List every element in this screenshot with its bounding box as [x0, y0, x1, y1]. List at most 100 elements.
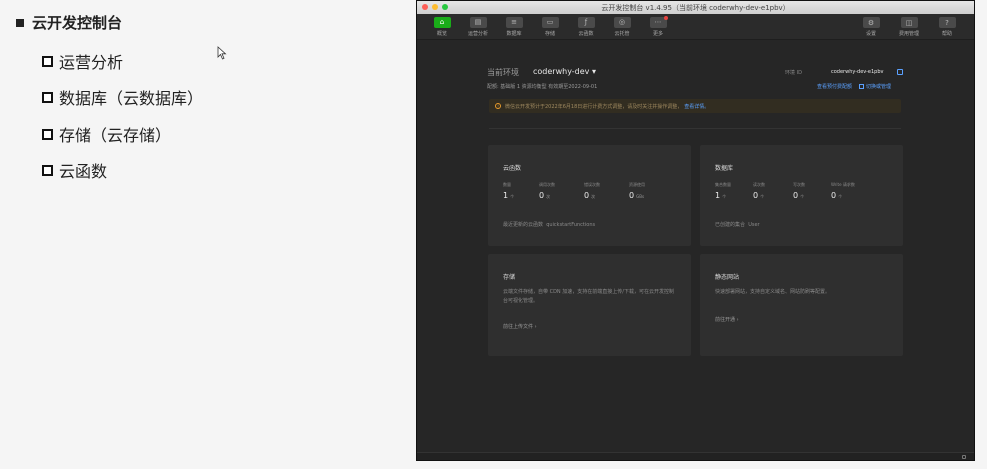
metric-value: 0 — [753, 191, 759, 200]
enable-website-link[interactable]: 前往开通 › — [715, 316, 739, 323]
help-icon: ? — [938, 17, 956, 28]
metric: 调用次数 0次 — [539, 182, 584, 206]
metric-label: 调用次数 — [539, 182, 555, 187]
tab-overview[interactable]: ⌂ 概览 — [427, 16, 457, 37]
environment-name: coderwhy-dev — [533, 67, 590, 76]
metric-label: 数量 — [503, 182, 511, 187]
storage-card[interactable]: 存储 云端文件存储，自带 CDN 加速，支持在前端直接上传/下载，可在云开发控制… — [488, 254, 691, 356]
tab-label: 运营分析 — [467, 30, 488, 37]
gear-icon: ⚙ — [862, 17, 880, 28]
title-bar[interactable]: 云开发控制台 v1.4.95（当前环境 coderwhy-dev-e1pbv） — [417, 1, 974, 14]
billing-button[interactable]: ◫ 费用管理 — [894, 17, 924, 37]
settings-button[interactable]: ⚙ 设置 — [856, 17, 886, 37]
storage-icon: ▭ — [541, 16, 559, 28]
checkbox-bullet-icon — [42, 164, 53, 176]
help-button[interactable]: ? 帮助 — [932, 17, 962, 37]
metric-unit: 个 — [800, 194, 805, 199]
bullet-square-icon — [16, 18, 24, 27]
database-card[interactable]: 数据库 集合数量 1个 读次数 0个 写次数 0个 Write 请求数 0 个 … — [700, 145, 903, 246]
database-icon: ≡ — [505, 16, 523, 28]
card-footer: 最近更新的云函数 quickstartFunctions — [503, 221, 595, 228]
metric: 读次数 0个 — [753, 182, 793, 206]
checkbox-bullet-icon — [42, 128, 53, 140]
tab-label: 云托管 — [614, 30, 630, 37]
billing-icon: ◫ — [900, 17, 918, 28]
plan-info: 配额: 基础版 1 资源均衡型 有效期至2022-09-01 — [487, 84, 598, 90]
tab-label: 概览 — [436, 30, 447, 37]
tab-functions[interactable]: ƒ 云函数 — [571, 16, 601, 37]
slide-item-label: 运营分析 — [59, 53, 124, 72]
tab-analytics[interactable]: ▤ 运营分析 — [463, 16, 493, 37]
metric-value: 0 — [584, 191, 590, 200]
upload-files-link[interactable]: 前往上传文件 › — [503, 323, 537, 330]
metric-label: 资源使用 — [629, 182, 645, 187]
slide-panel: 云开发控制台 运营分析 数据库（云数据库） 存储（云存储） 云函数 — [0, 0, 416, 469]
overview-content: 当前环境 coderwhy-dev ▾ 环境 ID coderwhy-dev-e… — [417, 41, 974, 460]
divider — [489, 128, 901, 129]
mouse-cursor-icon — [217, 46, 227, 60]
metric: 数量 1个 — [503, 182, 539, 206]
switch-manage-link[interactable]: 切换或管理 — [859, 83, 891, 90]
tab-label: 费用管理 — [898, 31, 919, 37]
metric-unit: 个 — [722, 194, 727, 199]
minimize-window-button[interactable] — [432, 4, 438, 10]
database-metrics: 集合数量 1个 读次数 0个 写次数 0个 Write 请求数 0个 — [715, 182, 881, 206]
notice-text: 微信云开发预计于2022年6月18日进行计费方式调整，请及时关注并操作调整， — [505, 103, 683, 110]
metric-value: 0 — [793, 191, 799, 200]
tab-label: 云函数 — [578, 30, 594, 37]
metric-label: 写次数 — [793, 182, 805, 187]
plan-row: 配额: 基础版 1 资源均衡型 有效期至2022-09-01 查看预付费配额 切… — [487, 83, 903, 92]
slide-item-label: 数据库（云数据库） — [59, 89, 204, 108]
metric: Write 请求数 0个 — [831, 182, 881, 206]
card-description: 快速部署网站，支持自定义域名、网站防刷等配置。 — [715, 289, 831, 295]
environment-selector[interactable]: coderwhy-dev ▾ — [533, 67, 596, 76]
metric-unit: 次 — [546, 194, 551, 199]
tab-database[interactable]: ≡ 数据库 — [499, 16, 529, 37]
function-icon: ƒ — [577, 16, 595, 28]
home-icon: ⌂ — [433, 16, 451, 28]
metric-unit: 次 — [591, 194, 596, 199]
slide-title-text: 云开发控制台 — [32, 14, 123, 32]
switch-icon — [859, 84, 864, 89]
metric-unit: 个 — [838, 194, 843, 199]
footer-value[interactable]: quickstartFunctions — [546, 222, 595, 228]
maximize-window-button[interactable] — [442, 4, 448, 10]
tab-hosting[interactable]: ◎ 云托管 — [607, 16, 637, 37]
notice-details-link[interactable]: 查看详情。 — [684, 103, 709, 110]
metric: 资源使用 0 GBs — [629, 182, 674, 206]
slide-item: 云函数 — [42, 158, 107, 182]
metric-label: Write 请求数 — [831, 182, 855, 187]
footer-label: 已创建的集合 — [715, 222, 746, 228]
chart-icon: ▤ — [469, 16, 487, 28]
metric: 集合数量 1个 — [715, 182, 753, 206]
view-quota-link[interactable]: 查看预付费配额 — [817, 83, 852, 90]
tab-label: 帮助 — [941, 31, 952, 37]
notification-badge — [664, 15, 668, 20]
checkbox-bullet-icon — [42, 55, 53, 67]
metric: 写次数 0个 — [793, 182, 831, 206]
warning-icon: ! — [495, 103, 501, 109]
billing-notice: ! 微信云开发预计于2022年6月18日进行计费方式调整，请及时关注并操作调整，… — [489, 99, 901, 113]
tab-storage[interactable]: ▭ 存储 — [535, 16, 565, 37]
functions-card[interactable]: 云函数 数量 1个 调用次数 0次 错误次数 0次 资源使用 0 GBs 最近更… — [488, 145, 691, 246]
status-icon[interactable] — [962, 455, 966, 459]
slide-item: 运营分析 — [42, 49, 123, 73]
footer-value[interactable]: User — [748, 222, 759, 228]
environment-row: 当前环境 coderwhy-dev ▾ 环境 ID coderwhy-dev-e… — [487, 67, 903, 81]
metric-value: 0 — [629, 191, 635, 200]
card-title: 数据库 — [715, 165, 734, 172]
environment-id-label: 环境 ID — [785, 70, 802, 76]
copy-icon[interactable] — [897, 69, 903, 75]
close-window-button[interactable] — [422, 4, 428, 10]
metric: 错误次数 0次 — [584, 182, 629, 206]
metric-label: 错误次数 — [584, 182, 600, 187]
functions-metrics: 数量 1个 调用次数 0次 错误次数 0次 资源使用 0 GBs — [503, 182, 674, 206]
environment-label: 当前环境 — [487, 68, 519, 77]
tab-label: 更多 — [652, 30, 663, 37]
card-title: 云函数 — [503, 165, 522, 172]
static-website-card[interactable]: 静态网站 快速部署网站，支持自定义域名、网站防刷等配置。 前往开通 › — [700, 254, 903, 356]
metric-value: 0 — [831, 191, 837, 200]
slide-item-label: 云函数 — [59, 162, 108, 181]
tab-more[interactable]: ⋯ 更多 — [643, 15, 673, 37]
console-window: 云开发控制台 v1.4.95（当前环境 coderwhy-dev-e1pbv） … — [416, 0, 975, 461]
